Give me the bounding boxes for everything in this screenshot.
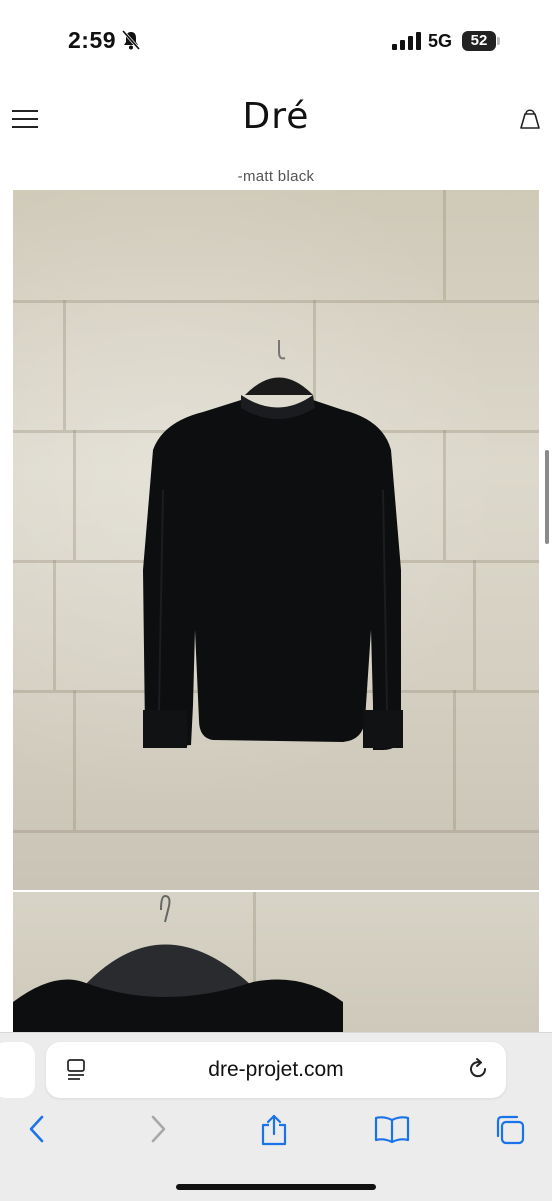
reload-icon[interactable] [466, 1057, 490, 1081]
previous-tab-preview[interactable] [0, 1042, 35, 1098]
bell-slash-icon [122, 30, 140, 50]
share-icon[interactable] [259, 1114, 289, 1146]
tabs-icon[interactable] [494, 1114, 526, 1146]
url-text[interactable]: dre-projet.com [46, 1058, 506, 1082]
scroll-indicator[interactable] [545, 450, 549, 544]
network-type: 5G [428, 31, 453, 51]
black-sweater-image [143, 340, 403, 750]
product-photo-2 [13, 892, 539, 1042]
battery-cap [497, 37, 500, 45]
bookmarks-icon[interactable] [374, 1114, 410, 1144]
shopping-bag-icon[interactable] [520, 106, 540, 130]
product-subtitle: -matt black [237, 168, 315, 185]
back-icon[interactable] [27, 1114, 47, 1144]
signal-icon [392, 32, 421, 50]
forward-icon[interactable] [148, 1114, 168, 1144]
battery-icon: 52 [462, 31, 496, 51]
status-time: 2:59 [68, 27, 117, 53]
brand-logo[interactable]: Dré [0, 96, 552, 137]
product-photo [13, 190, 539, 890]
home-indicator [176, 1184, 376, 1190]
sweater-closeup-image [13, 894, 343, 1042]
